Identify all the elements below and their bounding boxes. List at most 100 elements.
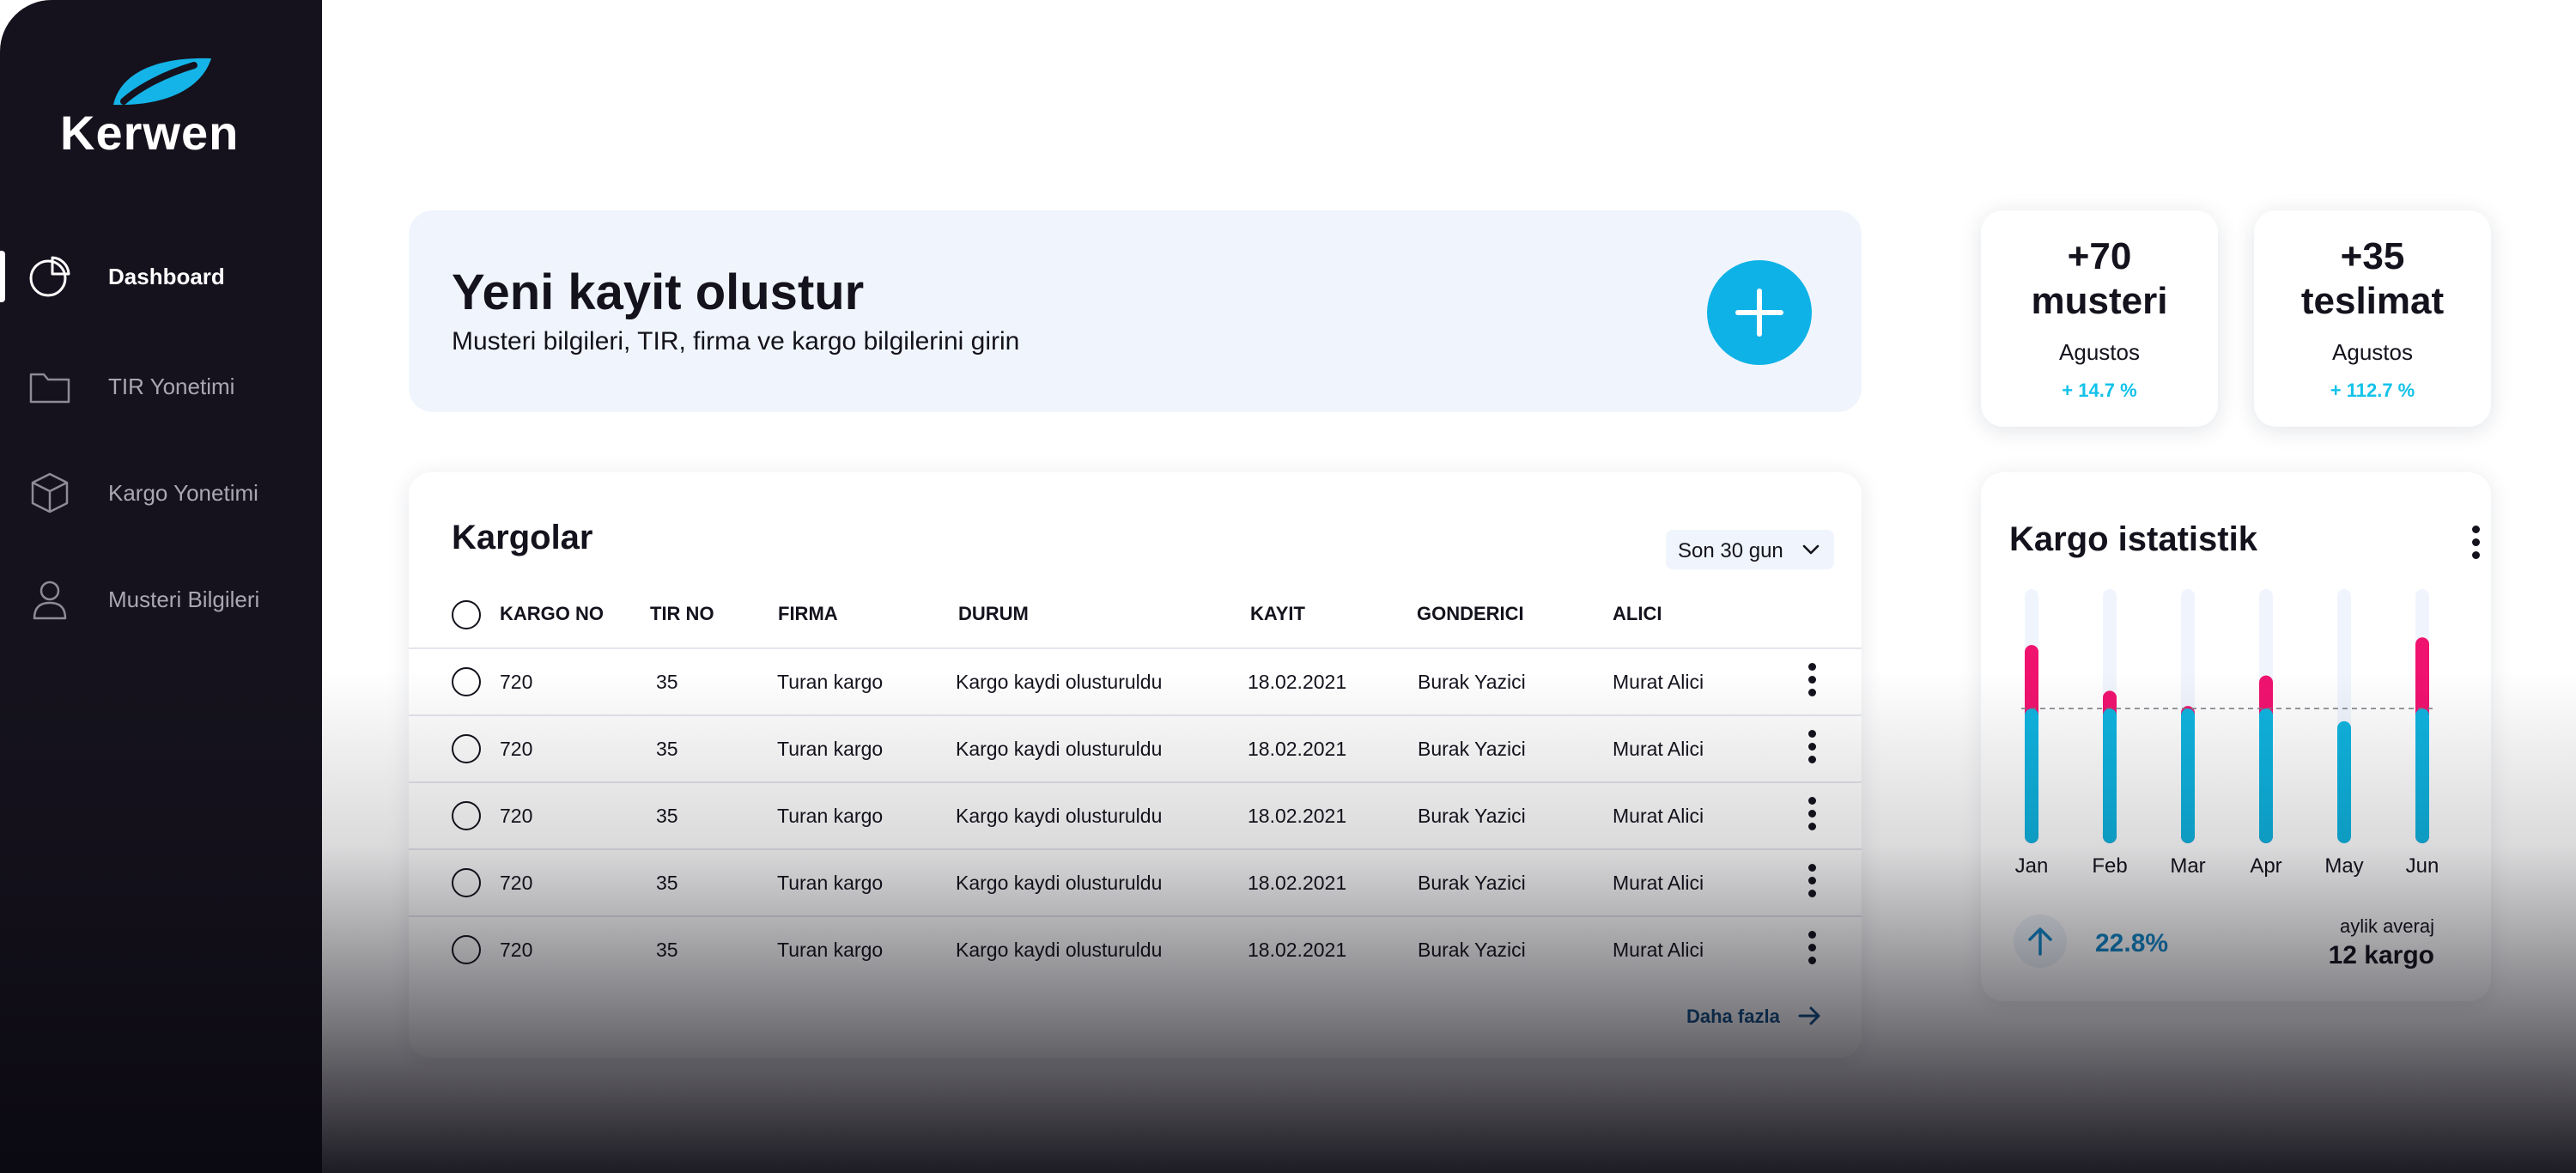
arrow-right-icon[interactable]: [1798, 1005, 1822, 1027]
cell-kargo-no: 720: [500, 738, 533, 760]
chevron-down-icon: [1802, 544, 1820, 555]
cell-firma: Turan kargo: [777, 671, 884, 693]
sidebar: Kerwen Dashboard TIR Yonetimi Kargo Yone…: [0, 0, 322, 1173]
row-menu-icon[interactable]: [1805, 730, 1819, 769]
bar-mar: [2181, 708, 2195, 843]
cell-alici: Murat Alici: [1613, 671, 1704, 693]
table-row[interactable]: 720 35 Turan kargo Kargo kaydi olusturul…: [409, 647, 1862, 714]
select-all-radio[interactable]: [452, 600, 481, 629]
growth-value: 22.8%: [2095, 929, 2169, 957]
cell-gonderici: Burak Yazici: [1418, 805, 1526, 827]
cell-alici: Murat Alici: [1613, 738, 1704, 760]
row-menu-icon[interactable]: [1805, 797, 1819, 836]
cargo-table-title: Kargolar: [452, 519, 593, 556]
row-select-radio[interactable]: [452, 734, 481, 763]
cell-alici: Murat Alici: [1613, 939, 1704, 961]
cell-firma: Turan kargo: [777, 872, 884, 894]
cell-kayit: 18.02.2021: [1248, 805, 1347, 827]
table-row[interactable]: 720 35 Turan kargo Kargo kaydi olusturul…: [409, 714, 1862, 781]
column-header: KAYIT: [1250, 603, 1305, 624]
row-menu-icon[interactable]: [1805, 663, 1819, 702]
box-icon: [31, 472, 69, 514]
table-row[interactable]: 720 35 Turan kargo Kargo kaydi olusturul…: [409, 781, 1862, 848]
average-label: aylik averaj: [2339, 915, 2434, 937]
cell-kayit: 18.02.2021: [1248, 738, 1347, 760]
cell-firma: Turan kargo: [777, 738, 884, 760]
cell-tir-no: 35: [656, 671, 678, 693]
sidebar-item-dashboard[interactable]: Dashboard: [0, 242, 322, 311]
row-select-radio[interactable]: [452, 868, 481, 897]
new-record-subtitle: Musteri bilgileri, TIR, firma ve kargo b…: [452, 327, 1020, 356]
cell-durum: Kargo kaydi olusturuldu: [956, 738, 1163, 760]
sidebar-item-label: TIR Yonetimi: [108, 373, 235, 399]
column-header: GONDERICI: [1417, 603, 1524, 624]
cargo-table-card: Kargolar Son 30 gun KARGO NO TIR NO FIRM…: [409, 472, 1862, 1058]
period-dropdown[interactable]: Son 30 gun: [1666, 530, 1834, 569]
more-link[interactable]: Daha fazla: [1686, 1006, 1780, 1028]
stat-value: +70: [2067, 235, 2132, 277]
cell-firma: Turan kargo: [777, 939, 884, 961]
leaf-logo-icon: [113, 58, 211, 106]
brand-logo[interactable]: Kerwen: [60, 57, 266, 160]
cell-kayit: 18.02.2021: [1248, 939, 1347, 961]
pie-chart-icon: [29, 256, 70, 297]
x-tick-label: Jan: [2015, 854, 2049, 878]
cell-kargo-no: 720: [500, 872, 533, 894]
new-record-title: Yeni kayit olustur: [452, 264, 865, 320]
next-section-card: [409, 1121, 1862, 1173]
bar-feb: [2103, 708, 2117, 843]
x-tick-label: Jun: [2406, 854, 2439, 878]
row-select-radio[interactable]: [452, 667, 481, 696]
cell-durum: Kargo kaydi olusturuldu: [956, 872, 1163, 894]
row-select-radio[interactable]: [452, 801, 481, 830]
cell-durum: Kargo kaydi olusturuldu: [956, 671, 1163, 693]
stat-label: teslimat: [2300, 280, 2445, 322]
stat-change: + 14.7 %: [2062, 380, 2137, 401]
bar-may: [2337, 720, 2351, 843]
add-record-button[interactable]: [1707, 260, 1812, 365]
table-row[interactable]: 720 35 Turan kargo Kargo kaydi olusturul…: [409, 915, 1862, 982]
brand-name: Kerwen: [60, 106, 240, 160]
column-header: ALICI: [1613, 603, 1662, 624]
cell-gonderici: Burak Yazici: [1418, 671, 1526, 693]
stat-card-musteri: +70 musteri Agustos + 14.7 %: [1981, 210, 2218, 427]
sidebar-item-label: Musteri Bilgileri: [108, 586, 260, 612]
cell-kayit: 18.02.2021: [1248, 671, 1347, 693]
table-header: KARGO NO TIR NO FIRMA DURUM KAYIT GONDER…: [409, 593, 1862, 637]
column-header: TIR NO: [650, 603, 714, 624]
stat-change: + 112.7 %: [2330, 380, 2415, 401]
folder-icon: [29, 373, 70, 404]
cargo-stats-card: Kargo istatistik Jan Feb Mar Apr May Jun 22.8…: [1981, 472, 2491, 1001]
cell-durum: Kargo kaydi olusturuldu: [956, 939, 1163, 961]
sidebar-item-kargo-yonetimi[interactable]: Kargo Yonetimi: [0, 459, 322, 527]
stat-value: +35: [2340, 235, 2405, 277]
x-tick-label: Mar: [2170, 854, 2205, 878]
row-select-radio[interactable]: [452, 935, 481, 964]
x-tick-label: Feb: [2092, 854, 2127, 878]
cell-alici: Murat Alici: [1613, 805, 1704, 827]
cell-alici: Murat Alici: [1613, 872, 1704, 894]
bar-jan: [2025, 708, 2038, 843]
arrow-up-icon: [2028, 927, 2052, 956]
column-header: DURUM: [958, 603, 1029, 624]
sidebar-item-label: Kargo Yonetimi: [108, 479, 258, 506]
user-icon: [33, 580, 67, 620]
x-tick-label: May: [2324, 854, 2363, 878]
cell-tir-no: 35: [656, 738, 678, 760]
cell-kargo-no: 720: [500, 939, 533, 961]
cell-gonderici: Burak Yazici: [1418, 738, 1526, 760]
bar-chart: Jan Feb Mar Apr May Jun: [2015, 589, 2439, 878]
column-header: KARGO NO: [500, 603, 604, 624]
cell-kayit: 18.02.2021: [1248, 872, 1347, 894]
row-menu-icon[interactable]: [1805, 864, 1819, 903]
cell-firma: Turan kargo: [777, 805, 884, 827]
x-tick-label: Apr: [2250, 854, 2281, 878]
sidebar-item-tir-yonetimi[interactable]: TIR Yonetimi: [0, 352, 322, 421]
average-value: 12 kargo: [2328, 941, 2434, 969]
cell-kargo-no: 720: [500, 805, 533, 827]
sidebar-item-musteri-bilgileri[interactable]: Musteri Bilgileri: [0, 565, 322, 634]
stat-month: Agustos: [2332, 339, 2413, 365]
row-menu-icon[interactable]: [1805, 931, 1819, 970]
table-row[interactable]: 720 35 Turan kargo Kargo kaydi olusturul…: [409, 848, 1862, 915]
cell-durum: Kargo kaydi olusturuldu: [956, 805, 1163, 827]
